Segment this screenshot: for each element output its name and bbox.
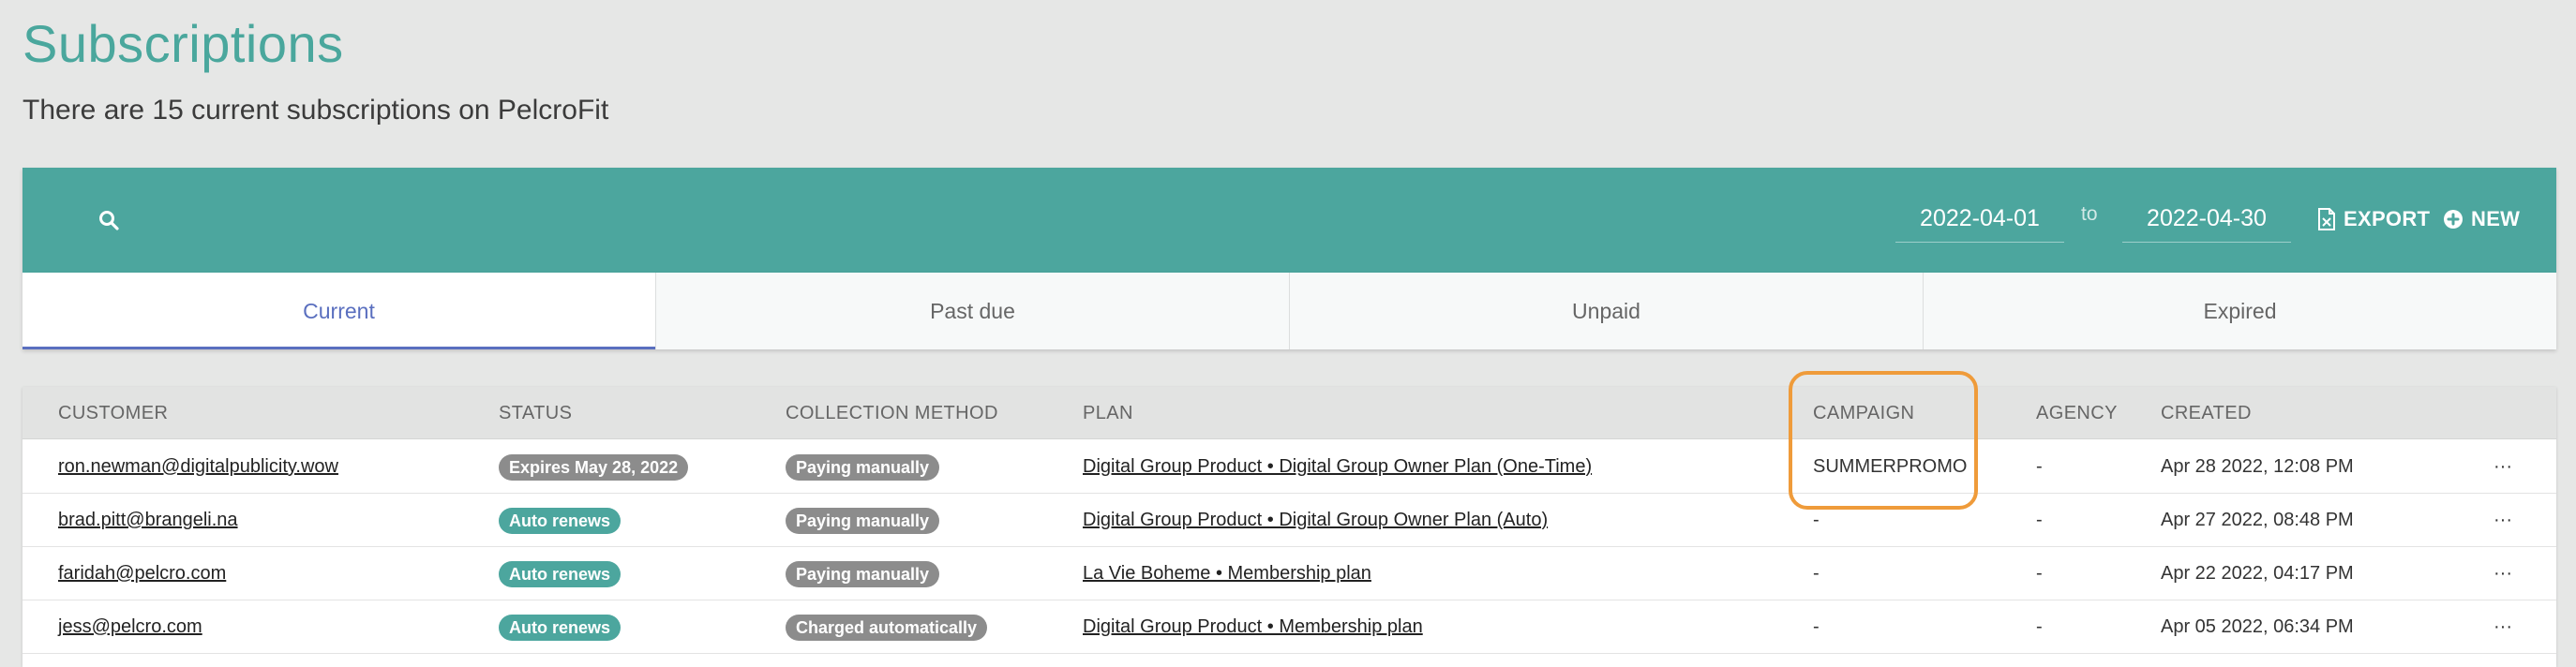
page-subtitle: There are 15 current subscriptions on Pe…: [22, 95, 609, 126]
status-cell: Auto renews: [499, 547, 622, 600]
status-badge: Auto renews: [499, 560, 622, 587]
customer-email-link[interactable]: ron.newman@digitalpublicity.wow: [58, 440, 338, 494]
table-header: CUSTOMER STATUS COLLECTION METHOD PLAN C…: [22, 387, 2556, 439]
export-label: EXPORT: [2344, 207, 2431, 230]
created-cell: Apr 28 2022, 12:08 PM: [2161, 456, 2354, 477]
status-cell: Auto renews: [499, 600, 622, 654]
column-header-agency[interactable]: AGENCY: [2036, 387, 2118, 439]
plan-link[interactable]: Digital Group Product • Membership plan: [1083, 600, 1423, 654]
tab-past-due[interactable]: Past due: [656, 273, 1290, 349]
customer-email-link[interactable]: brad.pitt@brangeli.na: [58, 494, 238, 547]
column-header-campaign[interactable]: CAMPAIGN: [1813, 387, 1914, 439]
agency-cell: -: [2036, 616, 2043, 637]
date-to-input[interactable]: 2022-04-30: [2122, 196, 2291, 243]
status-cell: Expires May 28, 2022: [499, 440, 689, 494]
plan-link[interactable]: Digital Group Product • Digital Group Ow…: [1083, 440, 1592, 494]
status-badge: Expires May 28, 2022: [499, 453, 689, 481]
campaign-cell: -: [1813, 616, 1820, 637]
table-row: brad.pitt@brangeli.na Auto renews Paying…: [22, 494, 2556, 547]
table-row: faridah@pelcro.com Auto renews Paying ma…: [22, 547, 2556, 600]
column-header-status[interactable]: STATUS: [499, 387, 572, 439]
agency-cell: -: [2036, 563, 2043, 584]
tab-unpaid[interactable]: Unpaid: [1290, 273, 1924, 349]
subscriptions-page: Subscriptions There are 15 current subsc…: [0, 0, 2576, 667]
table-row: jess@pelcro.com Auto renews Charged auto…: [22, 600, 2556, 654]
row-actions-menu-icon[interactable]: ···: [2484, 547, 2522, 600]
agency-cell: -: [2036, 456, 2043, 477]
agency-cell: -: [2036, 510, 2043, 530]
export-button[interactable]: EXPORT: [2317, 196, 2430, 243]
created-cell: Apr 27 2022, 08:48 PM: [2161, 510, 2354, 530]
subscriptions-toolbar: 2022-04-01 to 2022-04-30 EXPORT NEW: [22, 168, 2556, 273]
campaign-cell: -: [1813, 510, 1820, 530]
collection-method-badge: Paying manually: [786, 507, 940, 534]
page-title: Subscriptions: [22, 14, 344, 73]
column-header-created[interactable]: CREATED: [2161, 387, 2252, 439]
created-cell: Apr 05 2022, 06:34 PM: [2161, 616, 2354, 637]
plan-link[interactable]: Digital Group Product • Digital Group Ow…: [1083, 494, 1548, 547]
collection-method-badge: Paying manually: [786, 453, 940, 481]
row-actions-menu-icon[interactable]: ···: [2484, 440, 2522, 494]
collection-method-badge: Charged automatically: [786, 614, 988, 641]
customer-email-link[interactable]: jess@pelcro.com: [58, 600, 202, 654]
new-label: NEW: [2471, 207, 2521, 230]
table-row: ron.newman@digitalpublicity.wow Expires …: [22, 440, 2556, 494]
subscription-tabs: Current Past due Unpaid Expired: [22, 273, 2556, 349]
status-badge: Auto renews: [499, 614, 622, 641]
campaign-cell: -: [1813, 563, 1820, 584]
status-badge: Auto renews: [499, 507, 622, 534]
export-file-icon: [2318, 208, 2335, 230]
column-header-customer[interactable]: CUSTOMER: [58, 387, 168, 439]
tab-current[interactable]: Current: [22, 273, 656, 349]
customer-email-link[interactable]: faridah@pelcro.com: [58, 547, 226, 600]
column-header-collection-method[interactable]: COLLECTION METHOD: [786, 387, 998, 439]
date-range-separator: to: [2081, 203, 2098, 225]
collection-method-cell: Paying manually: [786, 440, 940, 494]
search-button[interactable]: [71, 198, 146, 243]
collection-method-cell: Paying manually: [786, 494, 940, 547]
collection-method-cell: Charged automatically: [786, 600, 988, 654]
status-cell: Auto renews: [499, 494, 622, 547]
created-cell: Apr 22 2022, 04:17 PM: [2161, 563, 2354, 584]
plan-link[interactable]: La Vie Boheme • Membership plan: [1083, 547, 1371, 600]
date-from-input[interactable]: 2022-04-01: [1895, 196, 2064, 243]
collection-method-cell: Paying manually: [786, 547, 940, 600]
plus-circle-icon: [2444, 210, 2463, 229]
row-actions-menu-icon[interactable]: ···: [2484, 494, 2522, 547]
row-actions-menu-icon[interactable]: ···: [2484, 600, 2522, 654]
new-subscription-button[interactable]: NEW: [2443, 196, 2520, 243]
column-header-plan[interactable]: PLAN: [1083, 387, 1133, 439]
search-icon: [99, 211, 119, 230]
collection-method-badge: Paying manually: [786, 560, 940, 587]
tab-expired[interactable]: Expired: [1924, 273, 2556, 349]
campaign-cell: SUMMERPROMO: [1813, 456, 1968, 477]
subscriptions-table: CUSTOMER STATUS COLLECTION METHOD PLAN C…: [22, 387, 2556, 667]
